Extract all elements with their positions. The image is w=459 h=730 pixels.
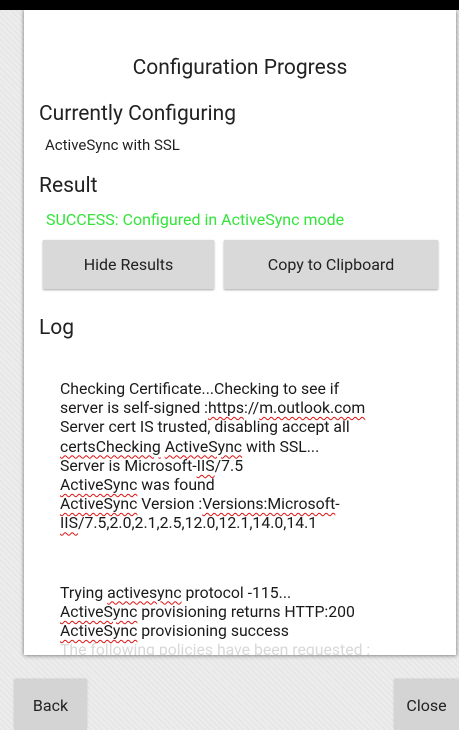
hide-results-button[interactable]: Hide Results <box>43 240 214 289</box>
currently-configuring-heading: Currently Configuring <box>39 102 236 126</box>
log-line: ActiveSync Version :Versions:Microsoft- <box>60 494 340 514</box>
log-spacer <box>60 533 440 583</box>
log-line: ActiveSync provisioning returns HTTP:200 <box>60 601 355 621</box>
log-line: ActiveSync provisioning success <box>60 621 289 641</box>
log-line: Checking Certificate...Checking to see i… <box>60 379 340 398</box>
log-line: The following policies have been request… <box>60 640 371 655</box>
log-line: Trying activesync protocol -115... <box>60 582 292 602</box>
configuration-progress-dialog: Configuration Progress Currently Configu… <box>24 10 456 655</box>
back-button[interactable]: Back <box>14 680 87 730</box>
log-line: server is self-signed :https://m.outlook… <box>60 398 366 418</box>
result-status-text: SUCCESS: Configured in ActiveSync mode <box>46 210 345 229</box>
log-line: IIS/7.5,2.0,2.1,2.5,12.0,12.1,14.0,14.1 <box>60 513 318 533</box>
log-line: certsChecking ActiveSync with SSL... <box>60 436 320 456</box>
dialog-title: Configuration Progress <box>132 56 348 80</box>
log-heading: Log <box>39 316 75 340</box>
close-button[interactable]: Close <box>394 680 459 730</box>
copy-to-clipboard-button[interactable]: Copy to Clipboard <box>224 240 438 289</box>
log-line: ActiveSync was found <box>60 475 215 495</box>
currently-configuring-value: ActiveSync with SSL <box>45 136 180 154</box>
log-line: Server is Microsoft-IIS/7.5 <box>60 455 244 475</box>
log-text-area[interactable]: Checking Certificate...Checking to see i… <box>60 379 440 655</box>
log-line: Server cert IS trusted, disabling accept… <box>60 417 350 437</box>
result-heading: Result <box>39 174 98 198</box>
status-bar <box>0 0 459 10</box>
